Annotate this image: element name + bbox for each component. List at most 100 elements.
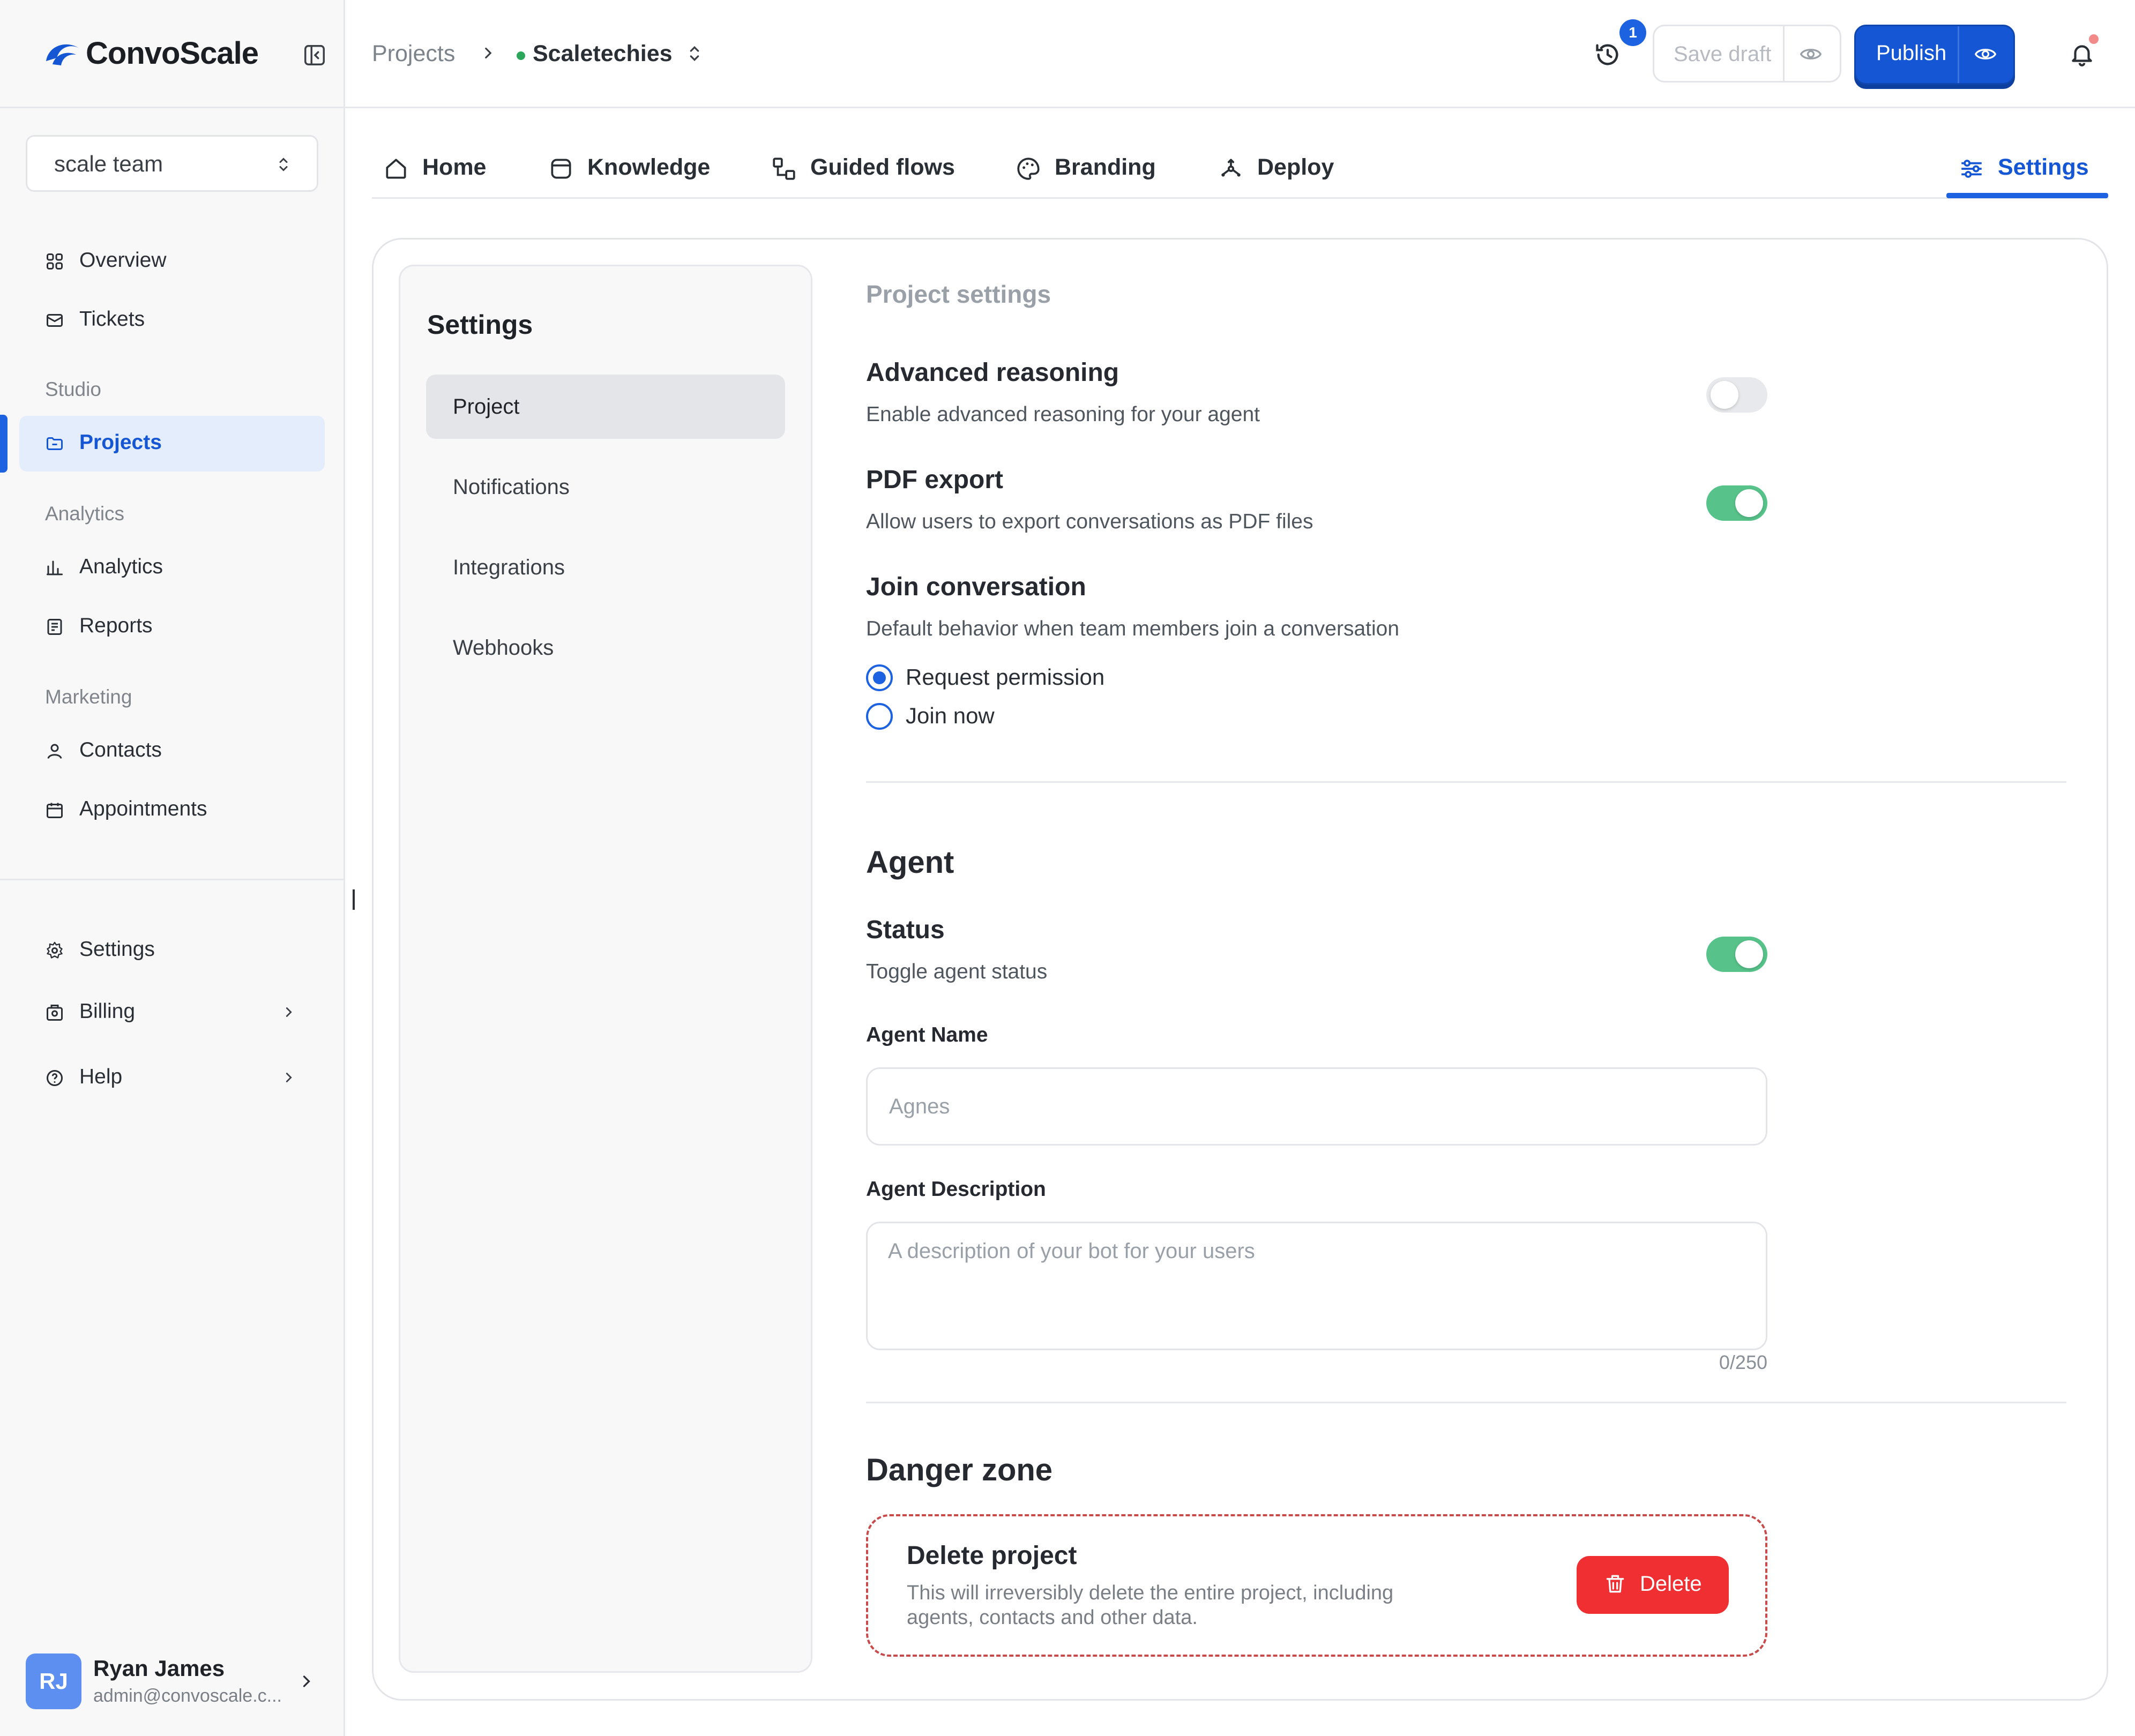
settings-nav-label: Project <box>453 395 520 418</box>
chevron-updown-icon[interactable] <box>684 42 705 65</box>
save-draft-button[interactable]: Save draft <box>1674 42 1771 66</box>
agent-name-input[interactable] <box>866 1067 1767 1146</box>
tab-label: Deploy <box>1257 154 1334 180</box>
sidebar-item-label: Overview <box>79 249 167 272</box>
settings-nav-project[interactable]: Project <box>426 375 785 439</box>
sliders-icon <box>1961 160 1982 178</box>
sidebar-item-label: Contacts <box>79 738 162 761</box>
sidebar: ConvoScale scale team Overview Tickets S… <box>0 0 345 1736</box>
breadcrumb-project[interactable]: Scaletechies <box>533 41 673 67</box>
grid-icon <box>47 253 63 270</box>
palette-icon <box>1017 158 1040 180</box>
eye-icon[interactable] <box>1974 42 1997 66</box>
report-icon <box>47 619 62 635</box>
history-icon[interactable] <box>1594 41 1622 69</box>
folder-icon <box>47 437 63 450</box>
tab-label: Guided flows <box>810 154 955 180</box>
chevron-right-icon <box>286 1007 292 1017</box>
calendar-icon <box>47 803 63 818</box>
bar-chart-icon <box>47 560 63 575</box>
settings-nav-label: Webhooks <box>453 636 554 660</box>
chevron-updown-icon <box>279 158 288 171</box>
sidebar-item-appointments[interactable]: Appointments <box>19 782 325 838</box>
toggle-knob <box>1735 489 1763 517</box>
breadcrumb-projects[interactable]: Projects <box>372 41 455 67</box>
user-name: Ryan James <box>93 1656 225 1681</box>
sidebar-item-projects[interactable]: Projects <box>19 416 325 472</box>
sidebar-item-contacts[interactable]: Contacts <box>19 723 325 779</box>
toggle-knob <box>1735 940 1763 968</box>
sidebar-item-label: Appointments <box>79 797 207 820</box>
eye-icon[interactable] <box>1799 42 1823 66</box>
top-bar: Projects Scaletechies 1 Save draft Publi… <box>345 0 2135 108</box>
chevron-right-icon <box>286 1073 292 1082</box>
delete-button-label: Delete <box>1640 1572 1702 1596</box>
sidebar-item-tickets[interactable]: Tickets <box>19 293 325 348</box>
pdf-export-desc: Allow users to export conversations as P… <box>866 510 1313 533</box>
home-icon <box>386 159 406 179</box>
divider <box>1783 26 1785 81</box>
tab-label: Home <box>422 154 487 180</box>
envelope-icon <box>47 314 63 327</box>
settings-nav: Settings Project Notifications Integrati… <box>399 265 812 1673</box>
billing-icon <box>47 1005 63 1021</box>
advanced-reasoning-toggle[interactable] <box>1706 377 1767 413</box>
notification-dot <box>2089 34 2099 44</box>
sidebar-item-settings[interactable]: Settings <box>19 923 325 978</box>
delete-project-desc: This will irreversibly delete the entire… <box>907 1582 1394 1629</box>
settings-nav-notifications[interactable]: Notifications <box>426 455 785 519</box>
settings-nav-title: Settings <box>427 310 533 340</box>
tabs-divider <box>372 197 2108 199</box>
radio-label-request-permission[interactable]: Request permission <box>906 664 1104 690</box>
chevron-right-icon <box>303 1675 310 1687</box>
group-label-marketing: Marketing <box>45 686 132 708</box>
join-conversation-desc: Default behavior when team members join … <box>866 617 1400 640</box>
settings-nav-webhooks[interactable]: Webhooks <box>426 616 785 680</box>
team-selector[interactable]: scale team <box>26 135 318 192</box>
user-email: admin@convoscale.c... <box>93 1686 282 1706</box>
collapse-sidebar-icon[interactable] <box>302 43 327 68</box>
active-indicator <box>0 415 8 473</box>
settings-nav-integrations[interactable]: Integrations <box>426 535 785 600</box>
gear-icon <box>47 941 63 959</box>
delete-project-title: Delete project <box>907 1542 1077 1570</box>
radio-join-now[interactable] <box>866 703 893 730</box>
user-icon <box>47 744 62 759</box>
sidebar-item-label: Analytics <box>79 555 163 578</box>
danger-zone-box: Delete project This will irreversibly de… <box>866 1514 1767 1657</box>
delete-project-button[interactable]: Delete <box>1577 1556 1729 1614</box>
agent-description-input[interactable] <box>866 1222 1767 1350</box>
pdf-export-toggle[interactable] <box>1706 485 1767 521</box>
project-status-dot <box>517 51 525 60</box>
settings-nav-label: Notifications <box>453 475 570 499</box>
user-profile[interactable]: RJ Ryan James admin@convoscale.c... <box>26 1653 326 1709</box>
radio-request-permission[interactable] <box>866 664 893 691</box>
sidebar-item-reports[interactable]: Reports <box>19 599 325 655</box>
text-cursor <box>353 889 355 910</box>
agent-status-toggle[interactable] <box>1706 937 1767 972</box>
status-title: Status <box>866 916 945 944</box>
sidebar-item-label: Tickets <box>79 308 145 331</box>
convoscale-logo-icon <box>46 44 79 65</box>
section-divider <box>866 781 2066 783</box>
agent-name-label: Agent Name <box>866 1023 988 1046</box>
sidebar-item-overview[interactable]: Overview <box>19 234 325 289</box>
section-divider <box>866 1402 2066 1403</box>
active-tab-underline <box>1946 193 2108 198</box>
settings-nav-label: Integrations <box>453 556 565 579</box>
sidebar-item-billing[interactable]: Billing <box>19 985 325 1041</box>
pdf-export-title: PDF export <box>866 466 1004 494</box>
save-draft-group: Save draft <box>1653 25 1841 83</box>
publish-button[interactable]: Publish <box>1876 41 1946 65</box>
sidebar-item-analytics[interactable]: Analytics <box>19 540 325 596</box>
sidebar-item-label: Settings <box>79 938 155 961</box>
status-desc: Toggle agent status <box>866 960 1048 983</box>
sidebar-item-help[interactable]: Help <box>19 1050 325 1106</box>
sidebar-item-label: Reports <box>79 614 153 637</box>
avatar: RJ <box>26 1653 81 1709</box>
chevron-right-icon <box>485 47 492 59</box>
sidebar-item-label: Projects <box>79 431 162 454</box>
bell-icon[interactable] <box>2069 41 2095 68</box>
radio-label-join-now[interactable]: Join now <box>906 703 995 729</box>
danger-zone-heading: Danger zone <box>866 1453 1053 1487</box>
